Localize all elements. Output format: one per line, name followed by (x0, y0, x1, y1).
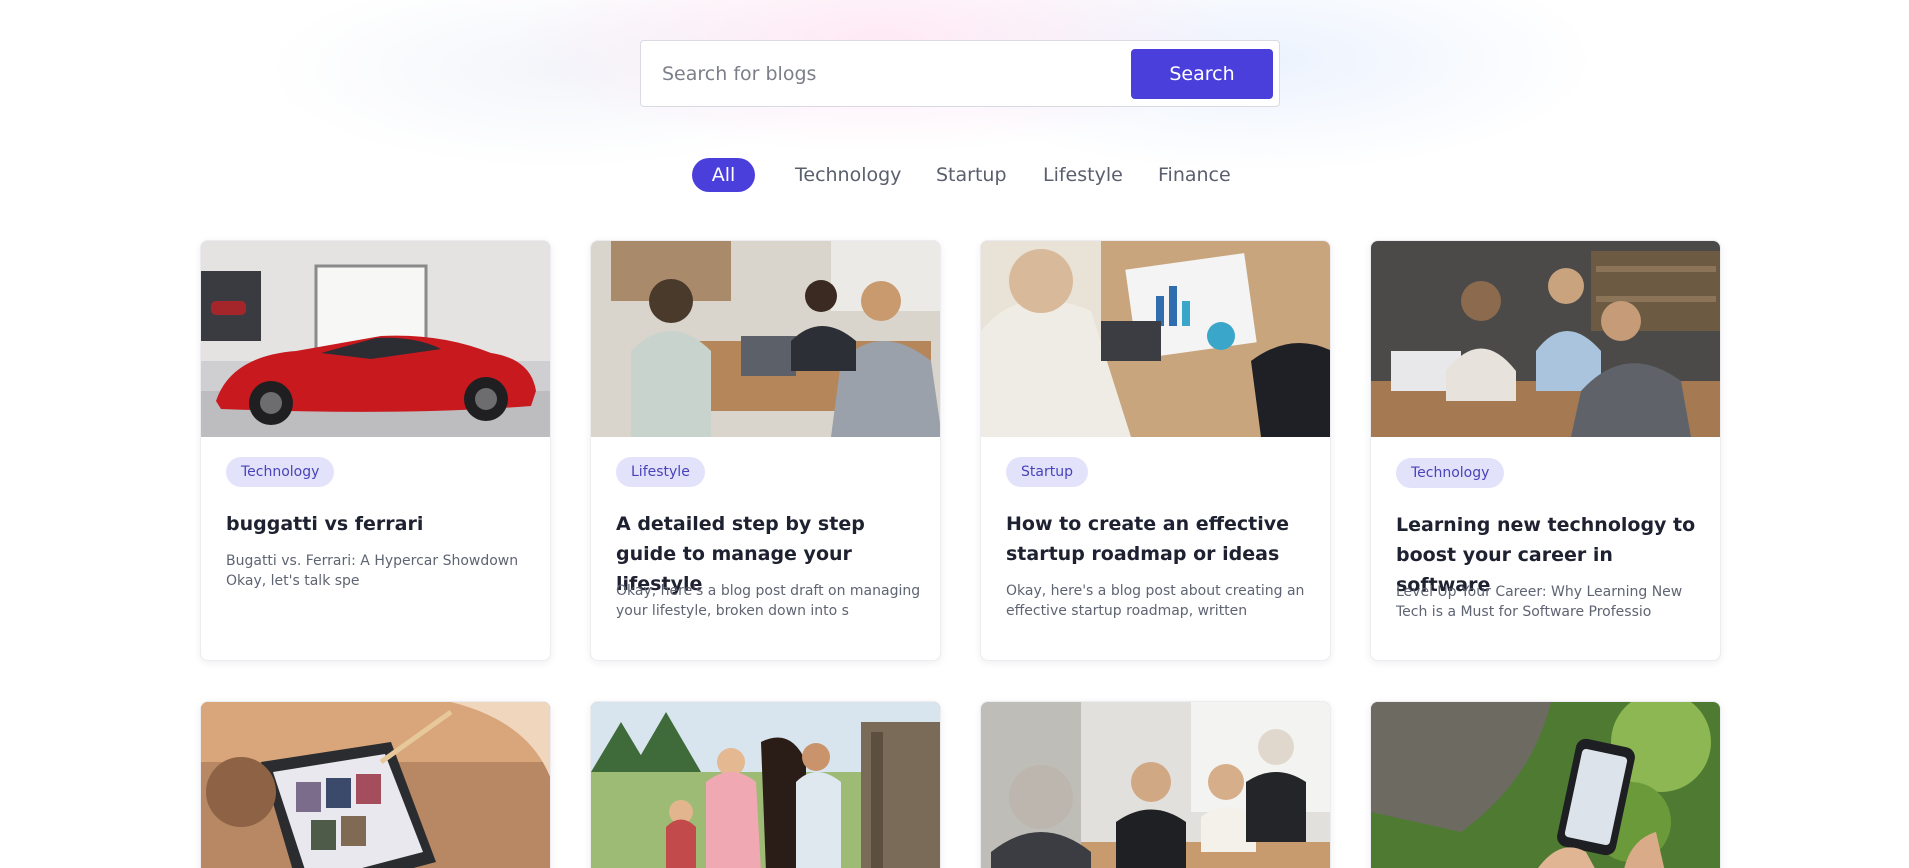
blog-card[interactable] (1370, 701, 1721, 868)
blog-card[interactable] (200, 701, 551, 868)
background-gradient (0, 0, 1909, 260)
card-title[interactable]: How to create an effective startup roadm… (1006, 509, 1311, 569)
category-tag[interactable]: Lifestyle (616, 457, 705, 487)
card-image[interactable] (981, 241, 1330, 437)
tablet-stylus-photo (201, 702, 550, 868)
filter-startup[interactable]: Startup (936, 157, 1007, 193)
filter-technology[interactable]: Technology (795, 157, 901, 193)
filter-finance[interactable]: Finance (1158, 157, 1231, 193)
card-image[interactable] (1371, 702, 1720, 868)
card-image[interactable] (201, 702, 550, 868)
blog-card[interactable]: Startup How to create an effective start… (980, 240, 1331, 661)
card-excerpt: Bugatti vs. Ferrari: A Hypercar Showdown… (226, 553, 519, 589)
category-tag[interactable]: Technology (226, 457, 335, 487)
blog-card[interactable]: Technology Learning new technology to bo… (1370, 240, 1721, 661)
blog-card[interactable]: Lifestyle A detailed step by step guide … (590, 240, 941, 661)
card-excerpt: Okay, here's a blog post about creating … (1006, 583, 1305, 619)
card-image[interactable] (1371, 241, 1720, 437)
blog-card[interactable] (590, 701, 941, 868)
category-tag[interactable]: Technology (1396, 458, 1505, 488)
card-image[interactable] (201, 241, 550, 437)
business-charts-meeting-photo (981, 241, 1330, 437)
search-input[interactable] (642, 42, 1122, 105)
search-button[interactable]: Search (1131, 49, 1273, 99)
office-meeting-laptop-photo (591, 241, 940, 437)
card-image[interactable] (591, 702, 940, 868)
filter-all[interactable]: All (692, 158, 755, 192)
card-title[interactable]: buggatti vs ferrari (226, 509, 531, 539)
team-laptop-collaboration-photo (1371, 241, 1720, 437)
blog-card[interactable]: Technology buggatti vs ferrari Bugatti v… (200, 240, 551, 661)
category-filters: All Technology Startup Lifestyle Finance (0, 157, 1909, 193)
family-with-horse-photo (591, 702, 940, 868)
card-image[interactable] (981, 702, 1330, 868)
senior-business-meeting-photo (981, 702, 1330, 868)
phone-in-hands-photo (1371, 702, 1720, 868)
search-bar: Search (640, 40, 1280, 107)
card-excerpt: Okay, here's a blog post draft on managi… (616, 583, 921, 619)
blog-card[interactable] (980, 701, 1331, 868)
card-excerpt: Level Up Your Career: Why Learning New T… (1396, 584, 1683, 620)
red-sports-car-photo (201, 241, 550, 437)
card-image[interactable] (591, 241, 940, 437)
category-tag[interactable]: Startup (1006, 457, 1088, 487)
filter-lifestyle[interactable]: Lifestyle (1043, 157, 1123, 193)
